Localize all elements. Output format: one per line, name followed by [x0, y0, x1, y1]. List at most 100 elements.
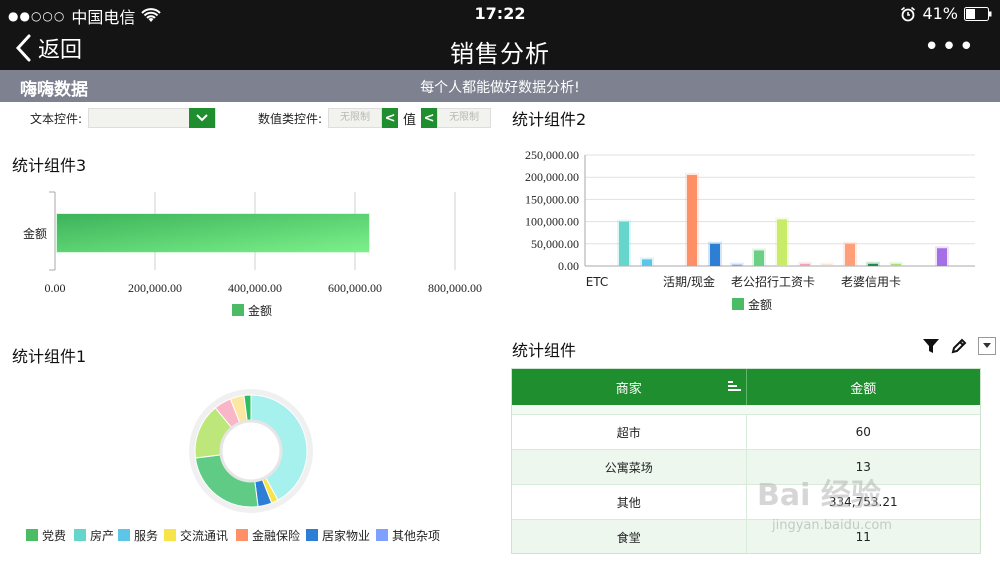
table-row[interactable]: 食堂 11: [512, 520, 980, 553]
bar: [845, 243, 855, 266]
legend-label: 金额: [748, 297, 772, 312]
x-tick-label: 800,000.00: [428, 281, 482, 295]
chevron-down-icon[interactable]: [189, 108, 216, 128]
table-row[interactable]: 公寓菜场 13: [512, 450, 980, 485]
bar: [687, 174, 697, 266]
vertical-bar-chart: 0.00 50,000.00 100,000.00 150,000.00 200,000…: [525, 148, 975, 312]
banner-slogan: 每个人都能做好数据分析!: [420, 80, 580, 96]
y-tick-label: 0.00: [558, 259, 579, 273]
bar: [868, 263, 878, 266]
legend-label: 服务: [134, 528, 158, 543]
column-header-label: 商家: [615, 381, 642, 397]
legend-swatch: [164, 529, 176, 541]
donut-hole: [219, 419, 283, 483]
legend-swatch: [232, 304, 244, 316]
table-cell: 超市: [616, 425, 641, 440]
widget1-title: 统计组件1: [12, 347, 87, 366]
edit-icon[interactable]: [950, 337, 968, 355]
filter-icon[interactable]: [922, 337, 940, 355]
x-tick-label: 600,000.00: [328, 281, 382, 295]
column-header-merchant[interactable]: 商家: [512, 369, 746, 405]
legend-swatch: [306, 529, 318, 541]
donut-chart: 党费 房产 服务 交流通讯 金融保险 居家物业 其他杂项: [26, 389, 440, 543]
bar: [777, 219, 787, 266]
status-right: 41%: [900, 4, 992, 23]
table-toolbar: [922, 337, 996, 355]
table-header: 商家 金额: [512, 369, 980, 405]
y-tick-label: 150,000.00: [525, 192, 579, 206]
legend-swatch: [236, 529, 248, 541]
column-header-label: 金额: [850, 381, 877, 397]
y-tick-label: 200,000.00: [525, 170, 579, 184]
x-category-label: 活期/现金: [663, 274, 715, 289]
table-row[interactable]: 超市 60: [512, 415, 980, 450]
column-header-amount[interactable]: 金额: [745, 369, 981, 405]
y-tick-label: 100,000.00: [525, 215, 579, 229]
bar: [642, 259, 652, 266]
table-cell: 其他: [616, 495, 641, 510]
bar: [891, 263, 901, 266]
min-value-input[interactable]: 无限制: [328, 108, 383, 128]
x-category-label: 老婆信用卡: [841, 275, 901, 289]
widget2-title: 统计组件2: [512, 110, 587, 129]
bar: [710, 243, 720, 266]
x-category-label: 老公招行工资卡: [731, 275, 815, 289]
numeric-filter-label: 数值类控件:: [258, 111, 323, 126]
legend-label: 党费: [42, 528, 66, 543]
x-category-label: ETC: [586, 275, 609, 289]
table-menu-dropdown[interactable]: [978, 337, 996, 355]
table-scroll-gap: [512, 405, 980, 415]
bar: [754, 250, 764, 266]
table-cell: 公寓菜场: [604, 460, 653, 475]
alarm-icon: [901, 6, 916, 21]
x-tick-label: 200,000.00: [128, 281, 182, 295]
y-tick-label: 250,000.00: [525, 148, 579, 162]
text-filter-select[interactable]: [88, 108, 217, 128]
text-filter-label: 文本控件:: [30, 111, 83, 126]
widget3-title: 统计组件3: [12, 156, 87, 175]
status-bar: ●●○○○ 中国电信 17:22 41%: [0, 0, 1000, 28]
bar: [937, 248, 947, 266]
battery-icon: [964, 6, 992, 21]
table-widget-title: 统计组件: [512, 341, 577, 360]
legend-label: 房产: [90, 528, 114, 543]
x-tick-label: 400,000.00: [228, 281, 282, 295]
legend-label: 金融保险: [252, 528, 300, 543]
legend-label: 交流通讯: [180, 528, 228, 543]
status-time: 17:22: [474, 4, 526, 23]
table-cell: 食堂: [616, 530, 641, 545]
sort-icon[interactable]: [727, 379, 742, 395]
table-body: 超市 60 公寓菜场 13 其他 334,753.21 食堂 11: [512, 415, 980, 553]
nav-bar: 返回 销售分析 •••: [0, 28, 1000, 70]
value-label: 值: [403, 112, 417, 128]
legend-label: 金额: [248, 303, 272, 318]
dashboard-banner: 嗨嗨数据 每个人都能做好数据分析!: [0, 70, 1000, 102]
caret-down-icon: [983, 343, 991, 348]
x-tick-label: 0.00: [45, 281, 66, 295]
bar: [822, 264, 832, 266]
table-cell: 60: [745, 415, 981, 449]
legend-label: 居家物业: [322, 528, 370, 543]
bar: [57, 214, 369, 252]
legend-swatch: [376, 529, 388, 541]
horizontal-bar-chart: 0.00 200,000.00 400,000.00 600,000.00 800,00…: [23, 191, 482, 318]
legend-swatch: [26, 529, 38, 541]
y-tick-label: 50,000.00: [531, 237, 579, 251]
legend-swatch: [118, 529, 130, 541]
more-options-button[interactable]: •••: [924, 32, 976, 62]
table-row[interactable]: 其他 334,753.21: [512, 485, 980, 520]
data-table: 商家 金额 超市 60 公寓菜场 13 其他 334,753.21 食堂 11: [511, 368, 981, 554]
numeric-filter: 数值类控件: 无限制 < 值 < 无限制: [258, 108, 492, 128]
bar: [732, 264, 742, 266]
max-value-input[interactable]: 无限制: [437, 108, 492, 128]
legend-swatch: [732, 298, 744, 310]
battery-percent: 41%: [922, 4, 958, 23]
bar: [619, 221, 629, 266]
max-operator-button[interactable]: <: [421, 108, 438, 128]
legend-label: 其他杂项: [392, 529, 440, 543]
text-filter: 文本控件:: [30, 108, 217, 128]
watermark-url: jingyan.baidu.com: [772, 518, 892, 533]
min-operator-button[interactable]: <: [382, 108, 399, 128]
y-category-label: 金额: [23, 226, 47, 241]
watermark: Bai 经验: [757, 478, 881, 513]
